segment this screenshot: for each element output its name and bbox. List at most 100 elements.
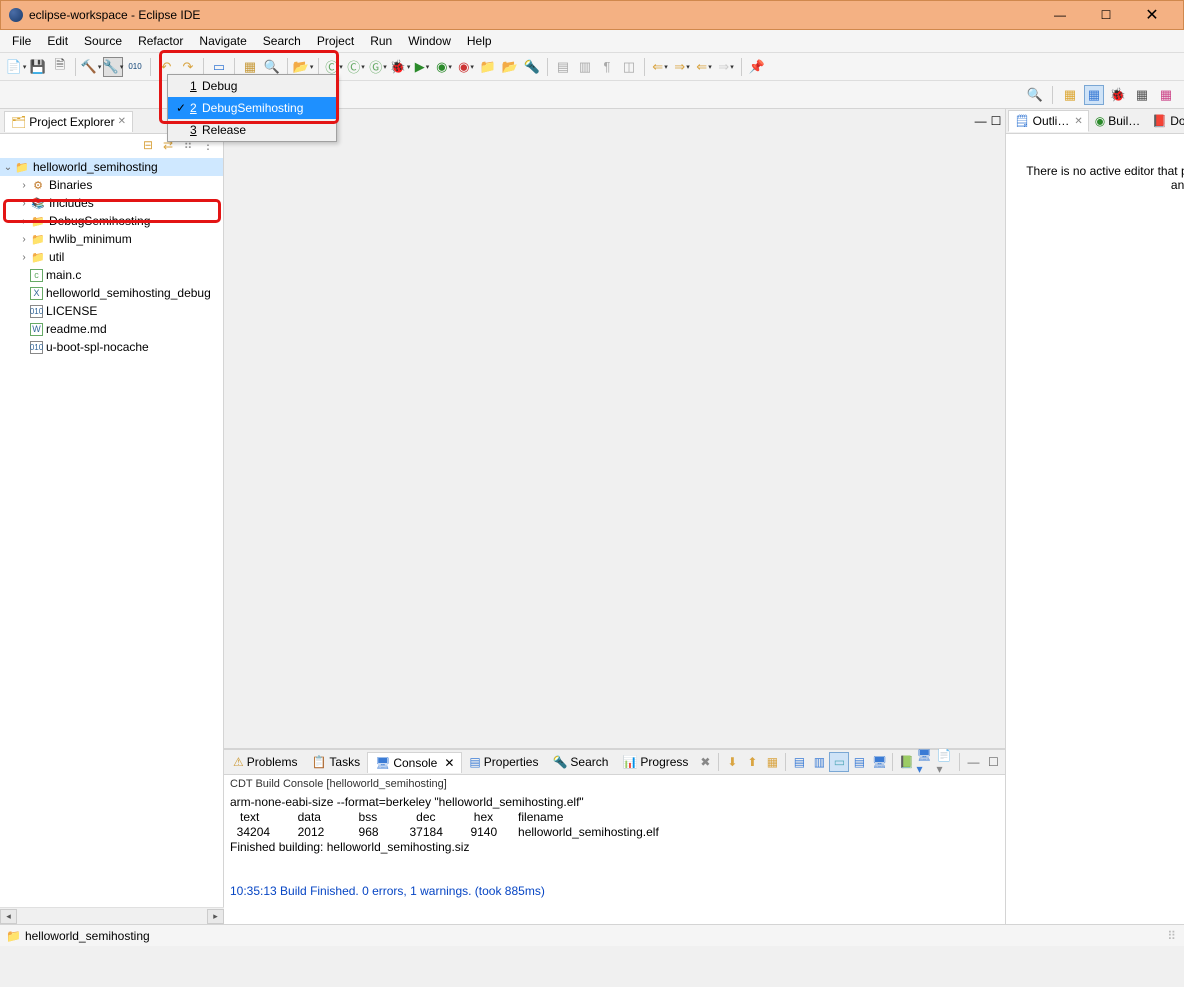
- tree-item-license[interactable]: 010LICENSE: [0, 302, 223, 320]
- bottom-tab-tasks[interactable]: 📋Tasks: [304, 752, 367, 772]
- menu-window[interactable]: Window: [400, 31, 459, 51]
- bottom-maximize-button[interactable]: ☐: [983, 752, 1003, 772]
- open-folder-button[interactable]: 📂: [500, 57, 520, 77]
- close-tab-icon[interactable]: ✕: [118, 116, 126, 127]
- menu-run[interactable]: Run: [362, 31, 400, 51]
- nav-forward-button[interactable]: ⇒▾: [716, 57, 736, 77]
- word-wrap-button[interactable]: ▤: [849, 752, 869, 772]
- menu-source[interactable]: Source: [76, 31, 130, 51]
- profile-button[interactable]: ◉▾: [456, 57, 476, 77]
- pilcrow-button[interactable]: ¶: [597, 57, 617, 77]
- menu-refactor[interactable]: Refactor: [130, 31, 191, 51]
- tree-item-binaries[interactable]: ›⚙Binaries: [0, 176, 223, 194]
- build-config-button[interactable]: 🔧▾: [103, 57, 123, 77]
- project-tree[interactable]: ⌄📁helloworld_semihosting›⚙Binaries›📚Incl…: [0, 156, 223, 907]
- tree-item-util[interactable]: ›📁util: [0, 248, 223, 266]
- open-perspective-button[interactable]: ▦: [1060, 85, 1080, 105]
- coverage-button[interactable]: ◉▾: [434, 57, 454, 77]
- editor-minimize-button[interactable]: —: [975, 114, 987, 128]
- build-config-option-debugsemihosting[interactable]: ✓2 DebugSemihosting: [168, 97, 336, 119]
- new-class-button[interactable]: Ⓒ▾: [346, 57, 366, 77]
- tree-item-debugsemihosting[interactable]: ›📁DebugSemihosting: [0, 212, 223, 230]
- clear-console-button[interactable]: ▦: [762, 752, 782, 772]
- editor-maximize-button[interactable]: ☐: [991, 114, 1002, 128]
- tree-item-main-c[interactable]: cmain.c: [0, 266, 223, 284]
- project-explorer-tab[interactable]: 🗂 Project Explorer ✕: [4, 111, 133, 132]
- scroll-lock-button[interactable]: ▭: [829, 752, 849, 772]
- nav-back-button[interactable]: ⇐▾: [694, 57, 714, 77]
- scroll-down-button[interactable]: ⬆: [742, 752, 762, 772]
- open-console-button[interactable]: 📗: [896, 752, 916, 772]
- build-config-dropdown[interactable]: 1 Debug✓2 DebugSemihosting3 Release: [167, 74, 337, 142]
- collapse-all-button[interactable]: ⊟: [139, 136, 157, 154]
- java-perspective-button[interactable]: ▦: [1132, 85, 1152, 105]
- tree-item-hwlib-minimum[interactable]: ›📁hwlib_minimum: [0, 230, 223, 248]
- bottom-tab-console[interactable]: 🖥Console✕: [367, 752, 462, 773]
- outline-message: There is no active editor that provides …: [1026, 164, 1184, 192]
- save-all-button[interactable]: 🗎: [50, 57, 70, 77]
- console-output[interactable]: arm-none-eabi-size --format=berkeley "he…: [224, 793, 1005, 924]
- maximize-button[interactable]: ☐: [1083, 1, 1129, 29]
- show-console-button[interactable]: 🖥: [869, 752, 889, 772]
- menu-navigate[interactable]: Navigate: [191, 31, 254, 51]
- prev-annotation-button[interactable]: ▥: [575, 57, 595, 77]
- scroll-up-button[interactable]: ⬇: [722, 752, 742, 772]
- toggle-button[interactable]: ◫: [619, 57, 639, 77]
- bottom-minimize-button[interactable]: —: [963, 752, 983, 772]
- close-tab-icon[interactable]: ✕: [444, 756, 454, 770]
- right-tab-outli[interactable]: 🗒Outli…✕: [1008, 110, 1088, 132]
- right-tab-buil[interactable]: ◉Buil…: [1089, 110, 1147, 132]
- save-button[interactable]: 💾: [28, 57, 48, 77]
- editor-empty: — ☐: [224, 109, 1005, 749]
- external-button[interactable]: 📁: [478, 57, 498, 77]
- separator: [318, 58, 319, 76]
- menu-edit[interactable]: Edit: [39, 31, 76, 51]
- forward-button[interactable]: ⇒▾: [672, 57, 692, 77]
- menu-search[interactable]: Search: [255, 31, 309, 51]
- menu-project[interactable]: Project: [309, 31, 362, 51]
- menu-file[interactable]: File: [4, 31, 39, 51]
- build-config-option-release[interactable]: 3 Release: [168, 119, 336, 141]
- scroll-track[interactable]: [17, 909, 207, 924]
- other-perspective-button[interactable]: ▦: [1156, 85, 1176, 105]
- debug-button[interactable]: 🐞▾: [390, 57, 410, 77]
- close-button[interactable]: ✕: [1129, 1, 1175, 29]
- remove-launch-button[interactable]: ✖: [695, 752, 715, 772]
- bottom-tab-search[interactable]: 🔦Search: [545, 752, 615, 772]
- pin-console-button[interactable]: ▤: [789, 752, 809, 772]
- bottom-tab-progress[interactable]: 📊Progress: [615, 752, 695, 772]
- run-button[interactable]: ▶▾: [412, 57, 432, 77]
- scroll-right-button[interactable]: ▸: [207, 909, 224, 924]
- build-button[interactable]: 🔨▾: [81, 57, 101, 77]
- next-annotation-button[interactable]: ▤: [553, 57, 573, 77]
- menu-help[interactable]: Help: [459, 31, 500, 51]
- minimize-button[interactable]: —: [1037, 1, 1083, 29]
- tree-item-includes[interactable]: ›📚Includes: [0, 194, 223, 212]
- titlebar: eclipse-workspace - Eclipse IDE — ☐ ✕: [0, 0, 1184, 30]
- new-button[interactable]: 📄▾: [6, 57, 26, 77]
- pin-button[interactable]: 📌: [747, 57, 767, 77]
- search3-button[interactable]: 🔦: [522, 57, 542, 77]
- quick-access-button[interactable]: 🔍: [1025, 85, 1045, 105]
- bottom-tab-properties[interactable]: ▤Properties: [462, 752, 545, 772]
- binary-button[interactable]: 010: [125, 57, 145, 77]
- c-perspective-button[interactable]: ▦: [1084, 85, 1104, 105]
- close-tab-icon[interactable]: ✕: [1074, 116, 1082, 127]
- tree-root[interactable]: ⌄📁helloworld_semihosting: [0, 158, 223, 176]
- display-button[interactable]: ▥: [809, 752, 829, 772]
- bottom-tab-problems[interactable]: ⚠Problems: [226, 752, 304, 772]
- outline-toolbar: ⛶ ⋮: [1006, 134, 1184, 156]
- debug-perspective-button[interactable]: 🐞: [1108, 85, 1128, 105]
- build-config-option-debug[interactable]: 1 Debug: [168, 75, 336, 97]
- new-console-button[interactable]: 🖥▾: [916, 752, 936, 772]
- scroll-left-button[interactable]: ◂: [0, 909, 17, 924]
- back-button[interactable]: ⇐▾: [650, 57, 670, 77]
- right-tab-doc[interactable]: 📕Doc…: [1146, 110, 1184, 132]
- select-console-button[interactable]: 📄▾: [936, 752, 956, 772]
- tree-item-helloworld-semihosting-debug[interactable]: Xhelloworld_semihosting_debug: [0, 284, 223, 302]
- horizontal-scrollbar[interactable]: ◂ ▸: [0, 907, 224, 924]
- tree-item-u-boot-spl-nocache[interactable]: 010u-boot-spl-nocache: [0, 338, 223, 356]
- outline-body: There is no active editor that provides …: [1006, 156, 1184, 924]
- tree-item-readme-md[interactable]: Wreadme.md: [0, 320, 223, 338]
- new-source-button[interactable]: Ⓖ▾: [368, 57, 388, 77]
